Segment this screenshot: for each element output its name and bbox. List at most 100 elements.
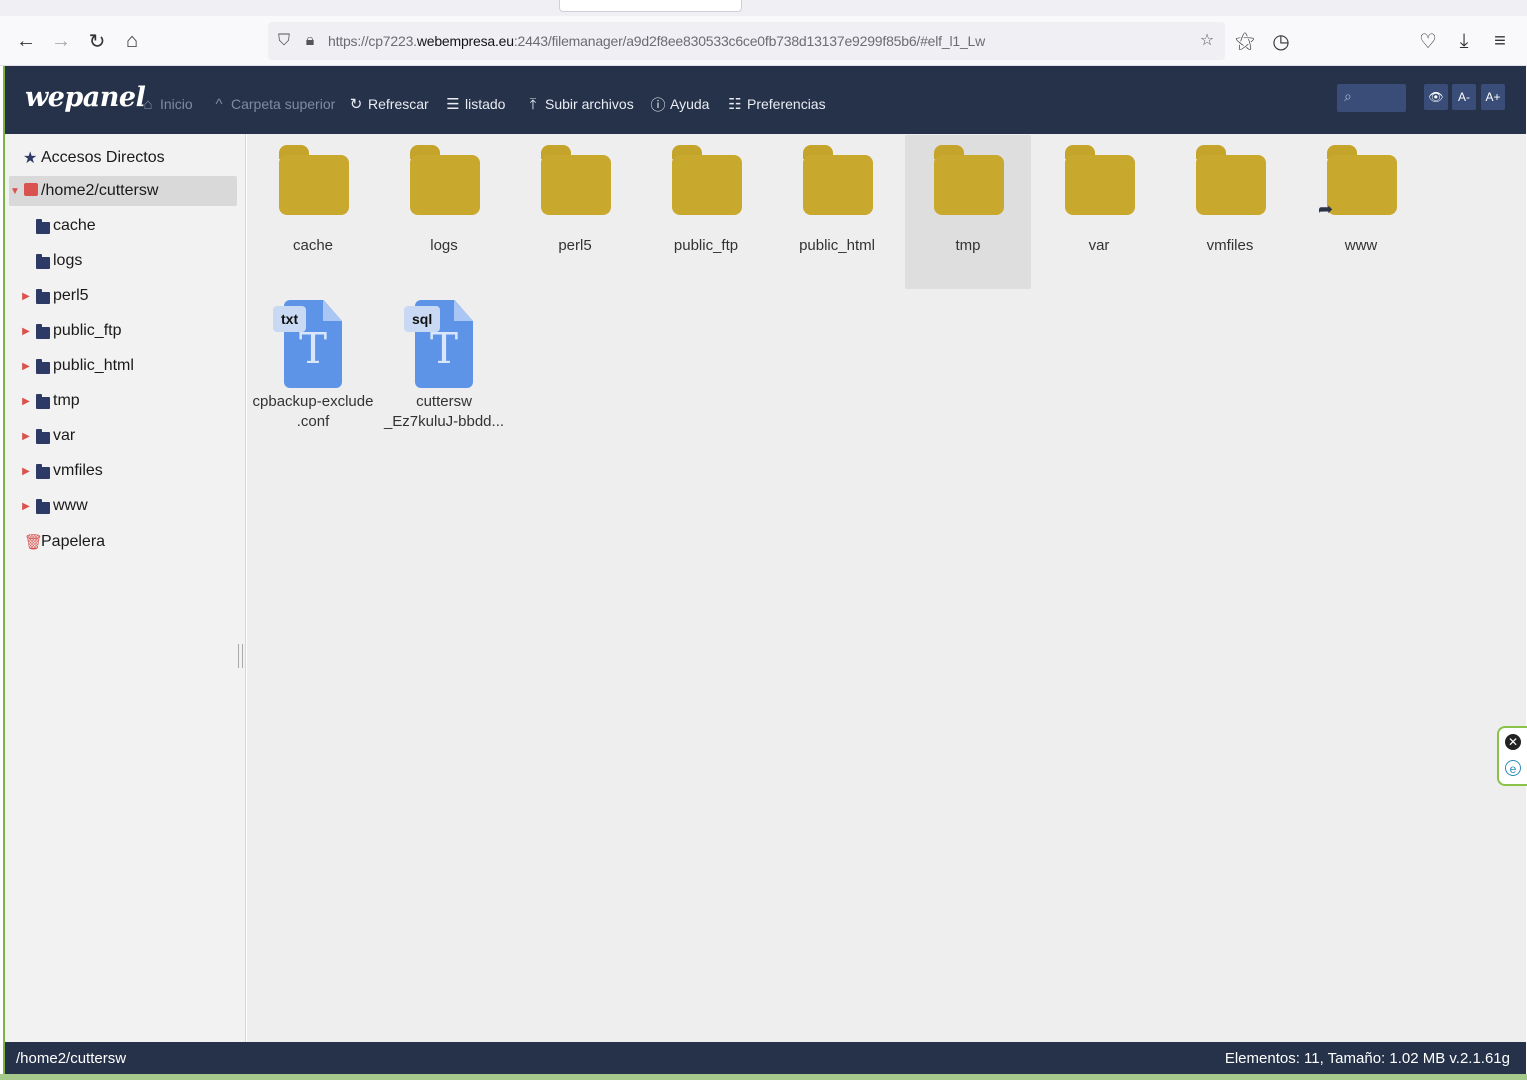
tree-root[interactable]: ▼ /home2/cuttersw bbox=[9, 176, 237, 206]
sidebar-item-public-html[interactable]: ▶ public_html bbox=[5, 351, 246, 381]
folder-icon bbox=[36, 324, 50, 339]
sidebar-item-label: cache bbox=[53, 217, 96, 234]
folder-icon bbox=[36, 499, 50, 514]
upload-button[interactable]: ⤒ Subir archivos bbox=[525, 94, 634, 114]
caret-down-icon[interactable]: ▼ bbox=[10, 186, 20, 197]
caret-right-icon[interactable]: ▶ bbox=[21, 361, 31, 372]
caret-right-icon[interactable]: ▶ bbox=[21, 326, 31, 337]
url-text[interactable]: https://cp7223.webempresa.eu:2443/filema… bbox=[328, 33, 985, 49]
app-header: wepanel ⌂ Inicio ^ Carpeta superior ↻ Re… bbox=[5, 66, 1526, 134]
active-browser-tab[interactable] bbox=[559, 0, 742, 12]
caret-right-icon[interactable]: ▶ bbox=[21, 466, 31, 477]
folder-item-perl5[interactable]: perl5 bbox=[512, 135, 638, 289]
wepanel-logo[interactable]: wepanel bbox=[25, 82, 146, 113]
window-bottom-border bbox=[0, 1074, 1527, 1080]
file-item-txt[interactable]: Ttxt cpbackup-exclude .conf bbox=[250, 294, 376, 448]
folder-tree: ★ Accesos Directos ▼ /home2/cuttersw cac… bbox=[5, 134, 246, 1042]
list-view-label: listado bbox=[465, 96, 506, 112]
preferences-label: Preferencias bbox=[747, 96, 826, 112]
folder-item-tmp[interactable]: tmp bbox=[905, 135, 1031, 289]
lock-icon[interactable]: 🔒︎ bbox=[300, 31, 320, 51]
list-icon: ☰ bbox=[446, 96, 460, 113]
caret-right-icon[interactable]: ▶ bbox=[21, 291, 31, 302]
folder-icon bbox=[36, 394, 50, 409]
view-button[interactable]: 👁 bbox=[1424, 84, 1448, 110]
history-icon[interactable]: ◷ bbox=[1265, 25, 1297, 57]
folder-item-var[interactable]: var bbox=[1036, 135, 1162, 289]
tree-trash[interactable]: 🗑︎ Papelera bbox=[5, 527, 246, 557]
home-icon: ⌂ bbox=[143, 95, 153, 113]
text-file-icon: Tsql bbox=[404, 300, 473, 390]
tree-shortcuts[interactable]: ★ Accesos Directos bbox=[5, 143, 246, 173]
sidebar-item-cache[interactable]: cache bbox=[5, 211, 246, 241]
extensions-icon[interactable]: ⚝ bbox=[1229, 25, 1261, 57]
sidebar-item-var[interactable]: ▶ var bbox=[5, 421, 246, 451]
file-item-sql[interactable]: Tsql cuttersw _Ez7kuluJ-bbdd... bbox=[381, 294, 507, 448]
upload-label: Subir archivos bbox=[545, 96, 634, 112]
refresh-button[interactable]: ↻ Refrescar bbox=[348, 94, 429, 114]
file-name-line2: _Ez7kuluJ-bbdd... bbox=[383, 413, 505, 430]
status-bar: /home2/cuttersw Elementos: 11, Tamaño: 1… bbox=[5, 1042, 1526, 1074]
parent-folder-button[interactable]: ^ Carpeta superior bbox=[211, 94, 335, 114]
sidebar-item-label: perl5 bbox=[53, 287, 89, 304]
download-icon[interactable]: ⤓ bbox=[1448, 25, 1480, 57]
folder-item-www[interactable]: ➦ www bbox=[1298, 135, 1424, 289]
folder-icon bbox=[36, 429, 50, 444]
file-name-line1: cuttersw bbox=[416, 393, 472, 410]
shield-icon[interactable]: ⛉ bbox=[274, 31, 294, 51]
sidebar-item-tmp[interactable]: ▶ tmp bbox=[5, 386, 246, 416]
sidebar-item-label: public_ftp bbox=[53, 322, 122, 339]
menu-icon[interactable]: ≡ bbox=[1484, 25, 1516, 57]
status-path: /home2/cuttersw bbox=[16, 1050, 127, 1067]
home-button[interactable]: ⌂ Inicio bbox=[140, 94, 192, 114]
folder-item-logs[interactable]: logs bbox=[381, 135, 507, 289]
pocket-icon[interactable]: ♡ bbox=[1412, 25, 1444, 57]
home-icon[interactable]: ⌂ bbox=[116, 25, 148, 57]
close-icon[interactable]: ✕ bbox=[1505, 734, 1521, 750]
font-smaller-button[interactable]: A- bbox=[1452, 84, 1476, 110]
e-icon[interactable]: e bbox=[1505, 760, 1521, 776]
folder-icon bbox=[410, 145, 480, 215]
sidebar-item-vmfiles[interactable]: ▶ vmfiles bbox=[5, 456, 246, 486]
folder-item-vmfiles[interactable]: vmfiles bbox=[1167, 135, 1293, 289]
folder-icon bbox=[672, 145, 742, 215]
folder-icon bbox=[36, 254, 50, 269]
file-type-badge: txt bbox=[273, 306, 307, 332]
list-view-button[interactable]: ☰ listado bbox=[445, 94, 505, 114]
sidebar-resize-handle[interactable] bbox=[238, 644, 243, 668]
sidebar-item-www[interactable]: ▶ www bbox=[5, 491, 246, 521]
font-larger-button[interactable]: A+ bbox=[1481, 84, 1505, 110]
sidebar-item-label: vmfiles bbox=[53, 462, 103, 479]
file-name-line2: .conf bbox=[296, 413, 330, 430]
forward-icon[interactable]: → bbox=[45, 25, 77, 57]
folder-item-cache[interactable]: cache bbox=[250, 135, 376, 289]
back-icon[interactable]: ← bbox=[10, 25, 42, 57]
file-label: cuttersw _Ez7kuluJ-bbdd... bbox=[381, 392, 507, 432]
sidebar-item-logs[interactable]: logs bbox=[5, 246, 246, 276]
reload-icon[interactable]: ↻ bbox=[81, 25, 113, 57]
refresh-icon: ↻ bbox=[349, 96, 363, 113]
root-label: /home2/cuttersw bbox=[41, 182, 159, 199]
help-button[interactable]: ⓘ Ayuda bbox=[650, 94, 709, 114]
shortcuts-label: Accesos Directos bbox=[41, 149, 165, 166]
caret-right-icon[interactable]: ▶ bbox=[21, 396, 31, 407]
caret-right-icon[interactable]: ▶ bbox=[21, 431, 31, 442]
star-icon[interactable]: ☆ bbox=[1197, 31, 1217, 51]
search-input[interactable]: ⌕ bbox=[1337, 84, 1406, 112]
folder-icon bbox=[1327, 145, 1397, 215]
sidebar-item-label: tmp bbox=[53, 392, 80, 409]
sidebar-item-perl5[interactable]: ▶ perl5 bbox=[5, 281, 246, 311]
chevron-up-icon: ^ bbox=[215, 95, 223, 113]
sidebar-item-public-ftp[interactable]: ▶ public_ftp bbox=[5, 316, 246, 346]
help-icon: ⓘ bbox=[650, 96, 666, 114]
preferences-button[interactable]: ☷ Preferencias bbox=[727, 94, 826, 114]
folder-item-public-html[interactable]: public_html bbox=[774, 135, 900, 289]
url-bar[interactable]: ⛉ 🔒︎ https://cp7223.webempresa.eu:2443/f… bbox=[268, 22, 1225, 60]
folder-icon bbox=[36, 289, 50, 304]
caret-right-icon[interactable]: ▶ bbox=[21, 501, 31, 512]
floating-widget[interactable]: ✕ e bbox=[1497, 726, 1527, 786]
folder-item-public-ftp[interactable]: public_ftp bbox=[643, 135, 769, 289]
file-label: cpbackup-exclude .conf bbox=[250, 392, 376, 432]
folder-icon bbox=[279, 145, 349, 215]
sliders-icon: ☷ bbox=[728, 96, 742, 113]
